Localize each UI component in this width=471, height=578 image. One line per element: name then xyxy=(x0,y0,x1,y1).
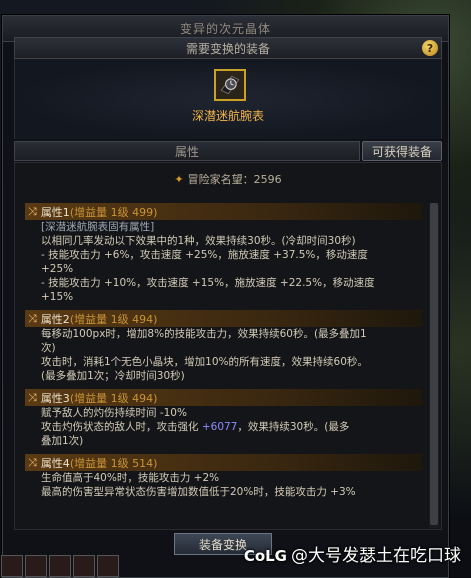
attribute-description: 每移动100px时，增加8%的技能攻击力，效果持续60秒。(最多叠加1 次) 攻… xyxy=(25,327,423,383)
attribute-name: 属性3 xyxy=(40,391,70,405)
dialog-title: 变异的次元晶体 xyxy=(179,22,271,36)
equipment-area: 深潜迷航腕表 xyxy=(14,59,442,139)
tabs-row: 属性 可获得装备 xyxy=(14,141,442,161)
scroll-thumb[interactable] xyxy=(430,203,438,525)
shuffle-icon: ⤨ xyxy=(28,455,37,469)
attribute-header: ⤨ 属性3 (增益量 1级 494) xyxy=(25,389,423,406)
fame-icon: ✦ xyxy=(174,173,184,186)
attribute-name: 属性4 xyxy=(40,456,70,470)
section-title: 需要变换的装备 xyxy=(185,41,270,56)
attribute-header: ⤨ 属性2 (增益量 1级 494) xyxy=(25,310,423,327)
obtainable-equipment-button[interactable]: 可获得装备 xyxy=(362,141,442,161)
quick-slot[interactable] xyxy=(1,555,23,577)
shuffle-icon: ⤨ xyxy=(28,390,37,404)
attribute-line: 叠加1次) xyxy=(41,435,84,447)
attribute-buff-level: (增益量 1级 499) xyxy=(69,205,158,219)
attribute-description: [深潜迷航腕表固有属性] 以相同几率发动以下效果中的1种，效果持续30秒。(冷却… xyxy=(25,220,423,304)
quick-slot[interactable] xyxy=(49,555,71,577)
attribute-line: [深潜迷航腕表固有属性] xyxy=(41,221,155,233)
attribute-line: +25% xyxy=(41,263,74,275)
watermark-logo: CoLG xyxy=(243,547,287,565)
attribute-description: 赋予敌人的灼伤持续时间 -10% 攻击灼伤状态的敌人时，攻击强化 +6077，效… xyxy=(25,406,423,448)
attribute-line: 最高的伤害型异常状态伤害增加数值低于20%时，技能攻击力 +3% xyxy=(41,486,356,498)
attribute-line: 攻击灼伤状态的敌人时，攻击强化 +6077，效果持续30秒。(最多 xyxy=(41,421,350,433)
shuffle-icon: ⤨ xyxy=(28,311,37,325)
quick-slot[interactable] xyxy=(25,555,47,577)
attribute-header: ⤨ 属性4 (增益量 1级 514) xyxy=(25,454,423,471)
attribute-block: ⤨ 属性2 (增益量 1级 494) 每移动100px时，增加8%的技能攻击力，… xyxy=(25,310,423,383)
attribute-buff-level: (增益量 1级 494) xyxy=(69,312,158,326)
quick-slot-bar xyxy=(0,554,140,578)
quick-slot[interactable] xyxy=(73,555,95,577)
attribute-buff-level: (增益量 1级 514) xyxy=(69,456,158,470)
attribute-line: 次) xyxy=(41,342,56,354)
tab-attributes[interactable]: 属性 xyxy=(14,141,360,161)
watch-icon xyxy=(216,71,244,99)
help-icon[interactable]: ? xyxy=(422,40,438,56)
equipment-slot[interactable] xyxy=(214,69,246,101)
shuffle-icon: ⤨ xyxy=(28,204,37,218)
equipment-name: 深潜迷航腕表 xyxy=(191,109,264,123)
attribute-line: 以相同几率发动以下效果中的1种，效果持续30秒。(冷却时间30秒) xyxy=(41,235,356,247)
attribute-line: +15% xyxy=(41,291,74,303)
attribute-line: 攻击时，消耗1个无色小晶块，增加10%的所有速度，效果持续60秒。 xyxy=(41,356,368,368)
attribute-line: - 技能攻击力 +6%，攻击速度 +25%，施放速度 +37.5%，移动速度 xyxy=(41,249,368,261)
required-equipment-header: 需要变换的装备 ? xyxy=(14,37,442,59)
watermark: CoLG @大号发瑟土在吃口球 xyxy=(244,541,461,566)
attribute-line: 赋予敌人的灼伤持续时间 -10% xyxy=(41,407,187,419)
attribute-description: 生命值高于40%时，技能攻击力 +2% 最高的伤害型异常状态伤害增加数值低于20… xyxy=(25,471,423,499)
watermark-text: @大号发瑟土在吃口球 xyxy=(291,546,461,566)
attribute-name: 属性2 xyxy=(40,312,70,326)
attribute-line: 生命值高于40%时，技能攻击力 +2% xyxy=(41,472,220,484)
attribute-list[interactable]: ⤨ 属性1 (增益量 1级 499) [深潜迷航腕表固有属性] 以相同几率发动以… xyxy=(25,203,423,528)
scrollbar[interactable] xyxy=(429,203,439,528)
attribute-name: 属性1 xyxy=(40,205,70,219)
attributes-panel: ✦ 冒险家名望：2596 ⤨ 属性1 (增益量 1级 499) [深潜迷航腕表固有… xyxy=(14,162,442,530)
adventurer-fame: ✦ 冒险家名望：2596 xyxy=(15,171,441,187)
attribute-block: ⤨ 属性4 (增益量 1级 514) 生命值高于40%时，技能攻击力 +2% 最… xyxy=(25,454,423,499)
attribute-buff-level: (增益量 1级 494) xyxy=(69,391,158,405)
attribute-line: 每移动100px时，增加8%的技能攻击力，效果持续60秒。(最多叠加1 xyxy=(41,328,367,340)
attribute-block: ⤨ 属性1 (增益量 1级 499) [深潜迷航腕表固有属性] 以相同几率发动以… xyxy=(25,203,423,304)
attribute-line: (最多叠加1次；冷却时间30秒) xyxy=(41,370,185,382)
fame-label: 冒险家名望：2596 xyxy=(187,173,282,186)
quick-slot[interactable] xyxy=(97,555,119,577)
attribute-header: ⤨ 属性1 (增益量 1级 499) xyxy=(25,203,423,220)
attribute-line: - 技能攻击力 +10%，攻击速度 +15%，施放速度 +22.5%，移动速度 xyxy=(41,277,375,289)
attribute-block: ⤨ 属性3 (增益量 1级 494) 赋予敌人的灼伤持续时间 -10% 攻击灼伤… xyxy=(25,389,423,448)
